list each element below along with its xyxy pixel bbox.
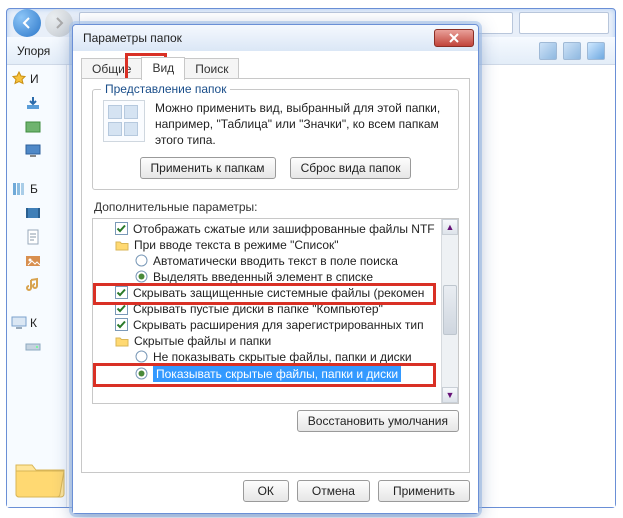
- tree-item-label: Скрывать расширения для зарегистрированн…: [133, 318, 424, 332]
- view-mode-icon[interactable]: [539, 42, 557, 60]
- group-description: Можно применить вид, выбранный для этой …: [155, 100, 448, 149]
- dialog-title: Параметры папок: [83, 31, 182, 45]
- tree-item-label: Показывать скрытые файлы, папки и диски: [153, 366, 401, 382]
- radio-icon: [135, 350, 148, 363]
- reset-folders-button[interactable]: Сброс вида папок: [290, 157, 412, 179]
- folder-options-dialog: Параметры папок Общие Вид Поиск Представ…: [72, 24, 479, 514]
- tab-panel-view: Представление папок Можно применить вид,…: [81, 78, 470, 473]
- sidebar-libraries[interactable]: Б: [11, 181, 38, 197]
- tab-view[interactable]: Вид: [141, 57, 185, 80]
- advanced-settings-tree[interactable]: Отображать сжатые или зашифрованные файл…: [92, 218, 459, 404]
- folder-icon: [13, 457, 67, 499]
- checkbox-icon: [115, 286, 128, 299]
- tree-checkbox-item[interactable]: Скрывать защищенные системные файлы (рек…: [95, 285, 440, 301]
- folder-views-group: Представление папок Можно применить вид,…: [92, 89, 459, 190]
- tree-checkbox-item[interactable]: Скрывать пустые диски в папке "Компьютер…: [95, 301, 440, 317]
- tree-item-label: Выделять введенный элемент в списке: [153, 270, 373, 284]
- dialog-button-row: ОК Отмена Применить: [81, 477, 470, 505]
- toolbar-organize-label[interactable]: Упоря: [17, 44, 50, 58]
- restore-defaults-button[interactable]: Восстановить умолчания: [297, 410, 459, 432]
- scroll-down-button[interactable]: ▼: [442, 387, 458, 403]
- tree-radio-item[interactable]: Не показывать скрытые файлы, папки и дис…: [95, 349, 440, 365]
- tree-radio-item[interactable]: Автоматически вводить текст в поле поиск…: [95, 253, 440, 269]
- views-icon: [103, 100, 145, 142]
- sidebar-computer[interactable]: К: [11, 315, 37, 331]
- radio-icon: [135, 367, 148, 380]
- close-button[interactable]: [434, 29, 474, 47]
- recent-icon[interactable]: [25, 119, 41, 135]
- view-mode-icon[interactable]: [563, 42, 581, 60]
- group-title: Представление папок: [101, 82, 230, 96]
- apply-to-folders-button[interactable]: Применить к папкам: [140, 157, 276, 179]
- radio-icon: [135, 254, 148, 267]
- tree-checkbox-item[interactable]: Отображать сжатые или зашифрованные файл…: [95, 221, 440, 237]
- help-icon[interactable]: [587, 42, 605, 60]
- desktop-icon[interactable]: [25, 143, 41, 159]
- explorer-sidebar: И Б К: [7, 65, 67, 507]
- tree-folder[interactable]: При вводе текста в режиме "Список": [95, 237, 440, 253]
- scroll-thumb[interactable]: [443, 285, 457, 335]
- tree-item-label: Автоматически вводить текст в поле поиск…: [153, 254, 398, 268]
- close-icon: [448, 33, 460, 43]
- tree-radio-item[interactable]: Выделять введенный элемент в списке: [95, 269, 440, 285]
- apply-button[interactable]: Применить: [378, 480, 470, 502]
- picture-icon[interactable]: [25, 253, 41, 269]
- computer-icon: [11, 315, 27, 331]
- folder-icon: [115, 239, 129, 251]
- tree-item-label: Скрывать пустые диски в папке "Компьютер…: [133, 302, 383, 316]
- folder-icon: [115, 335, 129, 347]
- music-icon[interactable]: [25, 277, 41, 293]
- dialog-titlebar[interactable]: Параметры папок: [73, 25, 478, 51]
- document-icon[interactable]: [25, 229, 41, 245]
- arrow-left-icon: [20, 16, 34, 30]
- checkbox-icon: [115, 318, 128, 331]
- nav-back-button[interactable]: [13, 9, 41, 37]
- scroll-track[interactable]: [442, 235, 458, 387]
- tree-item-label: Отображать сжатые или зашифрованные файл…: [133, 222, 435, 236]
- tree-item-label: При вводе текста в режиме "Список": [134, 238, 339, 252]
- checkbox-icon: [115, 222, 128, 235]
- scrollbar[interactable]: ▲ ▼: [441, 219, 458, 403]
- tree-checkbox-item[interactable]: Скрывать расширения для зарегистрированн…: [95, 317, 440, 333]
- tab-search[interactable]: Поиск: [184, 58, 239, 80]
- downloads-icon[interactable]: [25, 95, 41, 111]
- search-box[interactable]: [519, 12, 609, 34]
- sidebar-favorites[interactable]: И: [11, 71, 39, 87]
- advanced-label: Дополнительные параметры:: [94, 200, 459, 214]
- arrow-right-icon: [52, 16, 66, 30]
- tree-radio-item[interactable]: Показывать скрытые файлы, папки и диски: [95, 365, 440, 383]
- nav-forward-button[interactable]: [45, 9, 73, 37]
- ok-button[interactable]: ОК: [243, 480, 289, 502]
- tree-folder[interactable]: Скрытые файлы и папки: [95, 333, 440, 349]
- radio-icon: [135, 270, 148, 283]
- tree-item-label: Скрытые файлы и папки: [134, 334, 271, 348]
- tab-general[interactable]: Общие: [81, 58, 142, 80]
- tree-item-label: Скрывать защищенные системные файлы (рек…: [133, 286, 424, 300]
- library-icon: [11, 181, 27, 197]
- drive-icon[interactable]: [25, 339, 41, 355]
- video-icon[interactable]: [25, 205, 41, 221]
- cancel-button[interactable]: Отмена: [297, 480, 370, 502]
- tree-item-label: Не показывать скрытые файлы, папки и дис…: [153, 350, 412, 364]
- tab-strip: Общие Вид Поиск: [81, 57, 238, 80]
- star-icon: [11, 71, 27, 87]
- scroll-up-button[interactable]: ▲: [442, 219, 458, 235]
- checkbox-icon: [115, 302, 128, 315]
